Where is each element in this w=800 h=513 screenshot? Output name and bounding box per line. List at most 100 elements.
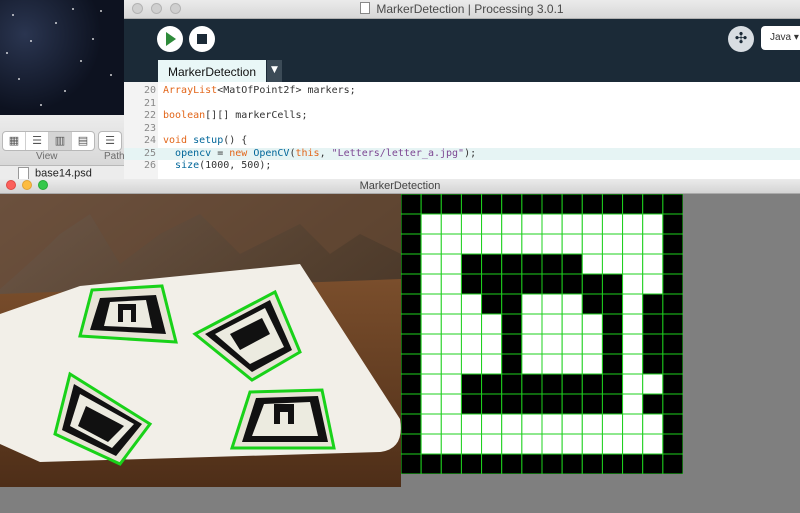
cell-on <box>642 373 664 395</box>
cell-on <box>601 213 624 235</box>
cell-on <box>642 253 664 275</box>
path-control[interactable]: ☰ <box>98 131 122 151</box>
cell-on <box>501 433 523 455</box>
cell-off <box>642 393 664 415</box>
cell-off <box>400 293 422 315</box>
column-view-icon[interactable]: ▥ <box>49 132 72 150</box>
cell-on <box>541 433 563 455</box>
sketch-titlebar: MarkerDetection <box>0 179 800 194</box>
cell-on <box>561 413 583 435</box>
cell-off <box>662 193 684 215</box>
cell-off <box>400 393 422 415</box>
editor-tabs: MarkerDetection ▼ <box>124 60 800 82</box>
document-icon <box>360 2 371 14</box>
tab-markerdetection[interactable]: MarkerDetection <box>158 60 266 82</box>
cell-off <box>420 453 442 475</box>
star <box>72 8 74 10</box>
marker-cell-grid <box>400 193 684 479</box>
path-icon[interactable]: ☰ <box>99 132 121 150</box>
code-line[interactable]: 22 boolean[][] markerCells; <box>124 110 800 122</box>
cell-off <box>400 413 422 435</box>
cell-on <box>460 213 483 235</box>
cell-off <box>662 293 684 315</box>
cell-on <box>581 333 603 355</box>
cell-on <box>420 233 442 255</box>
cell-on <box>481 333 503 355</box>
code-line[interactable]: 24 void setup() { <box>124 135 800 147</box>
cell-on <box>481 313 503 335</box>
code-editor[interactable]: 20 ArrayList<MatOfPoint2f> markers; 21 22 bo… <box>124 82 800 180</box>
cell-on <box>420 373 442 395</box>
cell-off <box>521 193 543 215</box>
cover-flow-icon[interactable]: ▤ <box>72 132 94 150</box>
cell-on <box>460 293 483 315</box>
cell-on <box>481 213 503 235</box>
cell-off <box>481 453 503 475</box>
view-mode-control[interactable]: ▦ ☰ ▥ ▤ <box>2 131 95 151</box>
line-text: size(1000, 500); <box>175 160 272 171</box>
cell-on <box>581 213 603 235</box>
cell-off <box>501 353 523 375</box>
code-line[interactable]: 23 <box>124 123 800 135</box>
cell-on <box>561 233 583 255</box>
code-line[interactable]: 26 size(1000, 500); <box>124 160 800 172</box>
stop-button[interactable] <box>189 26 215 52</box>
camera-scene <box>0 194 401 487</box>
cell-on <box>541 293 563 315</box>
cell-off <box>501 333 523 355</box>
cell-on <box>622 433 644 455</box>
cell-off <box>662 313 684 335</box>
cell-on <box>521 433 543 455</box>
cell-off <box>481 253 503 275</box>
code-line[interactable]: 25 opencv = new OpenCV(this, "Letters/le… <box>124 147 800 160</box>
list-view-icon[interactable]: ☰ <box>26 132 49 150</box>
line-text: boolean[][] markerCells; <box>163 110 308 121</box>
cell-off <box>601 453 624 475</box>
cell-off <box>622 193 644 215</box>
icon-view-icon[interactable]: ▦ <box>3 132 26 150</box>
cell-grid-svg <box>400 193 684 475</box>
cell-off <box>400 313 422 335</box>
cell-on <box>440 433 462 455</box>
finder-toolbar: ▦ ☰ ▥ ▤ ☰ View Path <box>0 115 130 166</box>
cell-on <box>440 213 462 235</box>
cell-off <box>501 293 523 315</box>
cell-off <box>601 313 624 335</box>
path-label: Path <box>104 151 125 162</box>
cell-on <box>420 333 442 355</box>
run-button[interactable] <box>157 26 183 52</box>
tab-menu-button[interactable]: ▼ <box>267 60 282 82</box>
star <box>30 40 32 42</box>
cell-on <box>622 213 644 235</box>
cell-off <box>541 253 563 275</box>
line-number: 21 <box>143 97 156 109</box>
cell-on <box>440 233 462 255</box>
cell-on <box>642 233 664 255</box>
cell-on <box>460 333 483 355</box>
cell-on <box>581 313 603 335</box>
debug-button[interactable]: ✣ <box>728 26 754 52</box>
mode-selector[interactable]: Java ▾ <box>761 26 800 50</box>
cell-off <box>460 273 483 295</box>
cell-on <box>601 413 624 435</box>
code-line[interactable]: 21 <box>124 98 800 110</box>
cell-off <box>541 273 563 295</box>
line-number: 26 <box>143 160 156 171</box>
window-title-text: MarkerDetection | Processing 3.0.1 <box>376 2 564 16</box>
cell-off <box>561 193 583 215</box>
cell-off <box>460 193 483 215</box>
line-number: 24 <box>143 135 156 146</box>
cell-on <box>541 213 563 235</box>
cell-on <box>642 213 664 235</box>
cell-off <box>622 453 644 475</box>
line-text: ArrayList<MatOfPoint2f> markers; <box>163 85 356 96</box>
cell-on <box>581 413 603 435</box>
cell-on <box>420 433 442 455</box>
cell-off <box>400 453 422 475</box>
cell-on <box>521 233 543 255</box>
code-line[interactable]: 20 ArrayList<MatOfPoint2f> markers; <box>124 85 800 97</box>
cell-on <box>460 433 483 455</box>
cell-on <box>622 293 644 315</box>
cell-off <box>662 253 684 275</box>
line-number: 25 <box>143 147 156 159</box>
